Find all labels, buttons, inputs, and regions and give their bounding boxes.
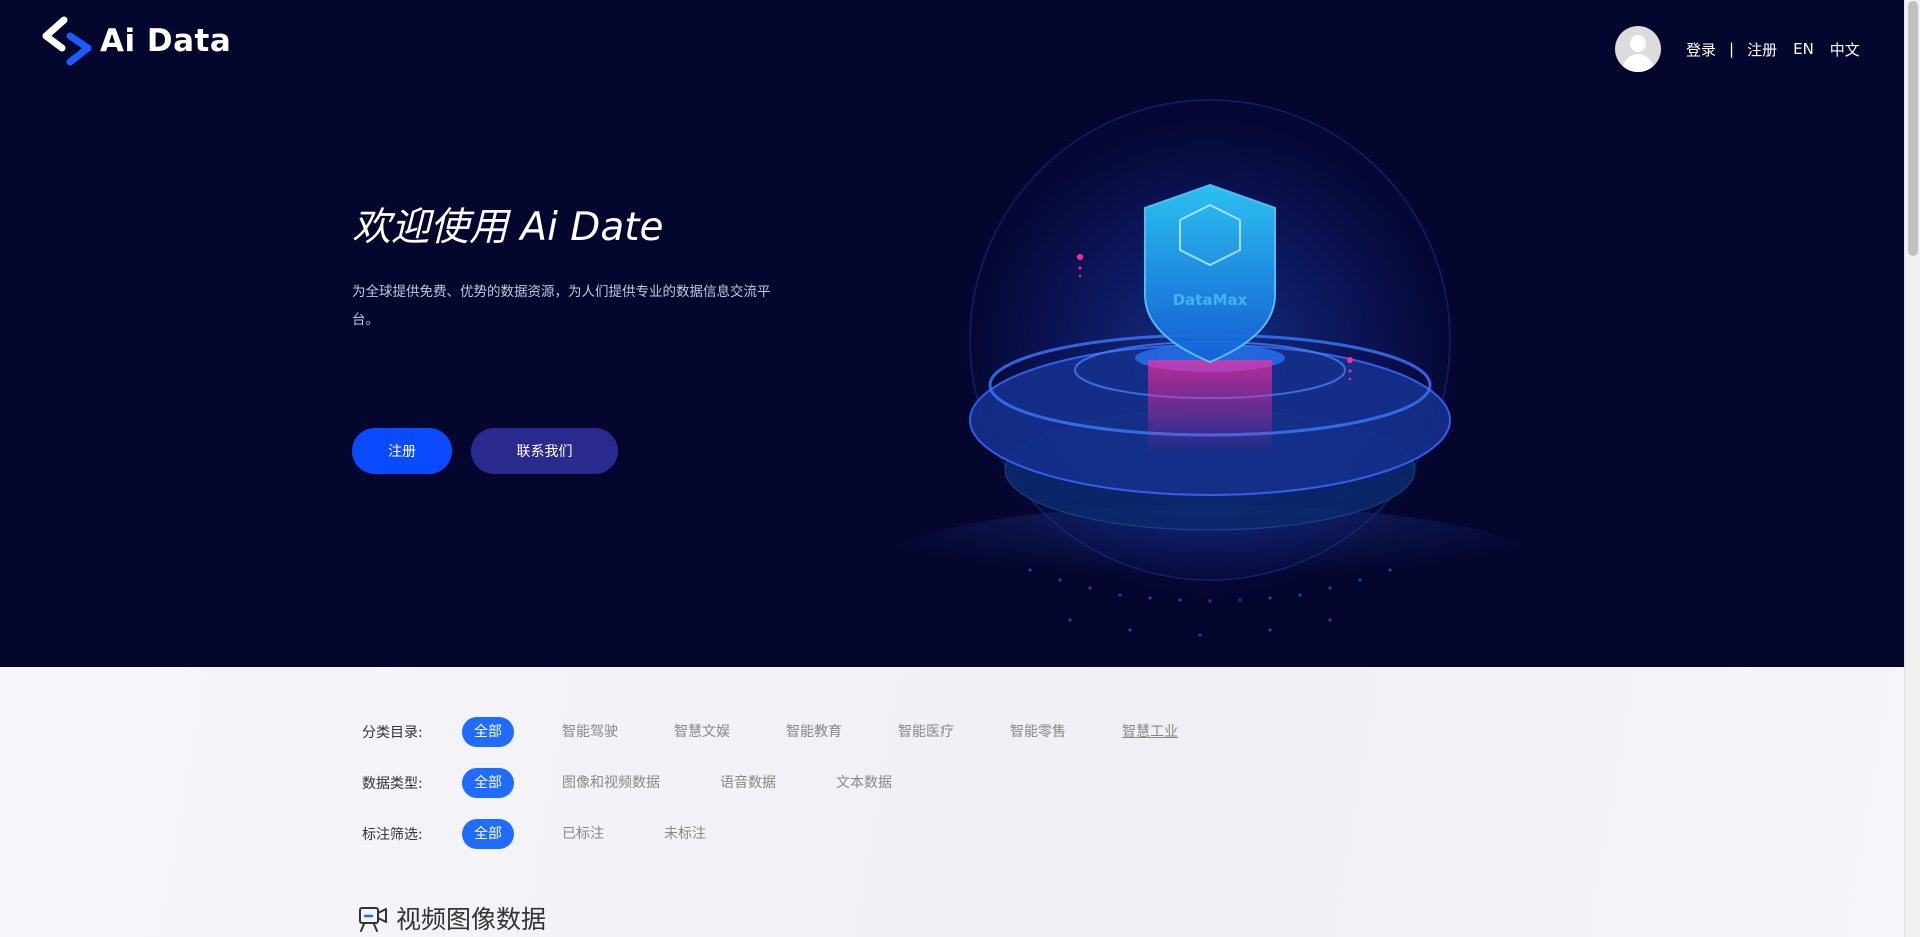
hero-title: 欢迎使用 Ai Date bbox=[352, 205, 664, 250]
video-camera-icon bbox=[359, 907, 387, 932]
logo-text: Ai Data bbox=[100, 23, 232, 59]
hero-register-button[interactable]: 注册 bbox=[352, 428, 452, 474]
category-filter-row: 分类目录: 全部 智能驾驶 智慧文娱 智能教育 智能医疗 智能零售 智慧工业 bbox=[362, 717, 1190, 747]
nav-separator: | bbox=[1729, 40, 1735, 58]
scrollbar-thumb[interactable] bbox=[1908, 1, 1918, 256]
data-type-chip-image-video[interactable]: 图像和视频数据 bbox=[550, 768, 672, 798]
illustration-label: DataMax bbox=[1173, 291, 1248, 309]
avatar-head-icon bbox=[1630, 35, 1646, 52]
data-type-filter-row: 数据类型: 全部 图像和视频数据 语音数据 文本数据 bbox=[362, 768, 904, 798]
data-type-chip-all[interactable]: 全部 bbox=[462, 768, 514, 798]
category-chip-entertainment[interactable]: 智慧文娱 bbox=[662, 717, 742, 747]
register-link[interactable]: 注册 bbox=[1747, 39, 1777, 60]
logo-mark-icon bbox=[42, 16, 92, 66]
category-chip-driving[interactable]: 智能驾驶 bbox=[550, 717, 630, 747]
category-chip-education[interactable]: 智能教育 bbox=[774, 717, 854, 747]
lang-en-link[interactable]: EN bbox=[1793, 40, 1814, 58]
avatar-body-icon bbox=[1623, 54, 1653, 72]
logo[interactable]: Ai Data bbox=[40, 14, 231, 68]
section-title: 视频图像数据 bbox=[396, 905, 547, 934]
page-scrollbar[interactable] bbox=[1904, 0, 1920, 937]
annotation-filter-row: 标注筛选: 全部 已标注 未标注 bbox=[362, 819, 718, 849]
login-link[interactable]: 登录 bbox=[1686, 39, 1716, 60]
hero-banner: Ai Data 登录 | 注册 EN 中文 欢迎使用 Ai Date 为全球提供… bbox=[0, 0, 1904, 667]
annotation-chip-unlabeled[interactable]: 未标注 bbox=[652, 819, 718, 849]
category-chip-medical[interactable]: 智能医疗 bbox=[886, 717, 966, 747]
data-type-chip-speech[interactable]: 语音数据 bbox=[708, 768, 788, 798]
category-chip-industry[interactable]: 智慧工业 bbox=[1110, 717, 1190, 747]
top-nav: 登录 | 注册 EN 中文 bbox=[1615, 26, 1860, 72]
data-type-chip-text[interactable]: 文本数据 bbox=[824, 768, 904, 798]
lang-zh-link[interactable]: 中文 bbox=[1830, 39, 1860, 60]
section-heading: 视频图像数据 bbox=[358, 900, 546, 936]
hero-description: 为全球提供免费、优势的数据资源，为人们提供专业的数据信息交流平台。 bbox=[352, 284, 771, 328]
annotation-chip-labeled[interactable]: 已标注 bbox=[550, 819, 616, 849]
category-chip-retail[interactable]: 智能零售 bbox=[998, 717, 1078, 747]
datamax-shield-illustration: DataMax bbox=[880, 99, 1540, 637]
filter-panel: 分类目录: 全部 智能驾驶 智慧文娱 智能教育 智能医疗 智能零售 智慧工业 数… bbox=[0, 667, 1904, 937]
data-type-filter-label: 数据类型: bbox=[362, 776, 423, 792]
category-chip-all[interactable]: 全部 bbox=[462, 717, 514, 747]
annotation-filter-label: 标注筛选: bbox=[362, 827, 423, 843]
avatar[interactable] bbox=[1615, 26, 1661, 72]
category-filter-label: 分类目录: bbox=[362, 725, 423, 741]
contact-us-button[interactable]: 联系我们 bbox=[471, 428, 618, 474]
annotation-chip-all[interactable]: 全部 bbox=[462, 819, 514, 849]
